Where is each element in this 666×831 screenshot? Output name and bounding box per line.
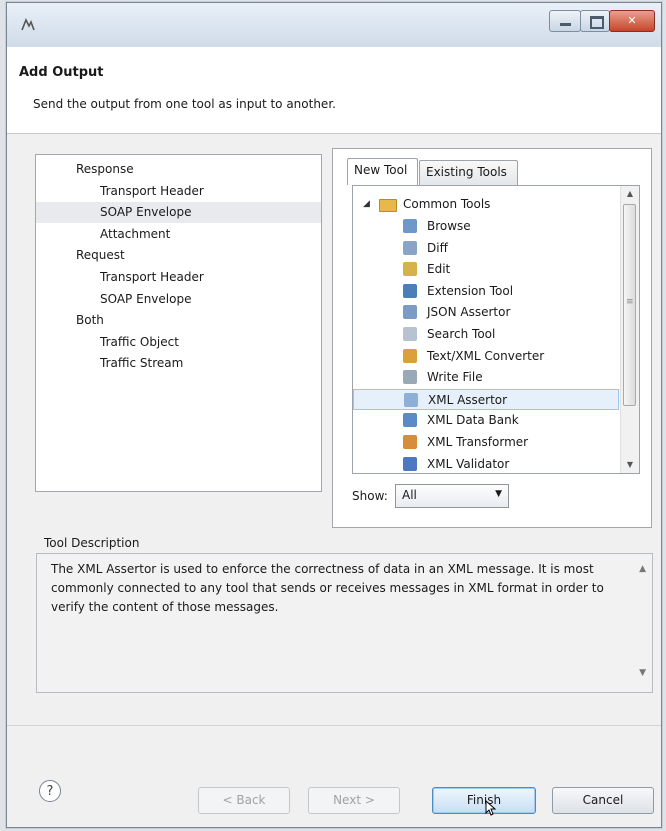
tool-item-label: XML Data Bank: [427, 413, 519, 428]
scroll-down-arrow-icon[interactable]: ▼: [639, 668, 646, 678]
back-button[interactable]: < Back: [198, 787, 290, 814]
extension-tool-icon: [403, 283, 417, 298]
show-filter-select[interactable]: All ▼: [395, 484, 509, 508]
tree-item[interactable]: Traffic Object: [36, 332, 321, 353]
dialog-subtitle: Send the output from one tool as input t…: [33, 97, 336, 111]
tool-item[interactable]: XML Data Bank: [353, 410, 619, 431]
show-filter-value: All: [402, 488, 417, 502]
tool-item[interactable]: Search Tool: [353, 324, 619, 345]
tree-item-label: Transport Header: [100, 183, 204, 198]
tree-item[interactable]: Transport Header: [36, 267, 321, 288]
tree-item[interactable]: Attachment: [36, 224, 321, 245]
xml-data-bank-icon: [403, 413, 417, 428]
tool-item[interactable]: Browse: [353, 216, 619, 237]
tool-item-label: Diff: [427, 240, 448, 255]
tree-item-label: Traffic Object: [100, 334, 179, 349]
tree-item[interactable]: Transport Header: [36, 181, 321, 202]
cancel-button[interactable]: Cancel: [552, 787, 654, 814]
tree-item-label: Response: [76, 162, 134, 176]
close-button[interactable]: ✕: [609, 10, 655, 32]
scroll-up-arrow-icon[interactable]: ▲: [639, 564, 646, 574]
output-target-tree[interactable]: Response Transport Header SOAP Envelope Att…: [35, 154, 322, 492]
footer-divider: [7, 725, 661, 726]
finish-button[interactable]: Finish: [432, 787, 536, 814]
search-tool-icon: [403, 327, 417, 341]
tree-item[interactable]: SOAP Envelope: [36, 289, 321, 310]
tree-item[interactable]: Both: [36, 310, 321, 331]
tool-item-label: XML Validator: [427, 456, 510, 471]
tree-item[interactable]: Traffic Stream: [36, 353, 321, 374]
tree-item[interactable]: SOAP Envelope: [36, 202, 321, 224]
edit-icon: [403, 262, 417, 277]
tool-item-label: XML Assertor: [428, 392, 508, 407]
tool-category-row[interactable]: ◢ Common Tools: [353, 194, 619, 215]
write-file-icon: [403, 370, 417, 385]
tool-description-text: The XML Assertor is used to enforce the …: [51, 562, 604, 614]
tool-item[interactable]: XML Assertor: [353, 388, 619, 410]
tree-item-label: Traffic Stream: [100, 356, 184, 371]
next-button[interactable]: Next >: [308, 787, 400, 814]
tree-item-label: Both: [76, 313, 104, 328]
tool-list-scrollbar[interactable]: ▲ ▼: [620, 186, 639, 473]
tree-item[interactable]: Response: [36, 159, 321, 180]
tool-item[interactable]: XML Transformer: [353, 432, 619, 453]
tab-existing-tools[interactable]: Existing Tools: [419, 160, 518, 185]
tool-item[interactable]: Text/XML Converter: [353, 346, 619, 367]
xml-assertor-icon: [404, 392, 418, 407]
tool-item[interactable]: Extension Tool: [353, 281, 619, 302]
tool-list[interactable]: ◢ Common Tools Browse Diff Edit Extension T…: [352, 185, 640, 474]
tool-item[interactable]: Edit: [353, 259, 619, 280]
tool-item-label: Search Tool: [427, 327, 496, 341]
app-icon: [21, 18, 35, 31]
tool-item-label: JSON Assertor: [427, 305, 511, 320]
expand-arrow-icon[interactable]: ◢: [363, 194, 370, 215]
text-xml-converter-icon: [403, 348, 417, 363]
xml-transformer-icon: [403, 435, 417, 449]
tool-item-label: Extension Tool: [427, 283, 514, 298]
tool-chooser-panel: New Tool Existing Tools ◢ Common Tools B…: [332, 148, 652, 528]
tool-description-label: Tool Description: [44, 536, 140, 550]
tool-item[interactable]: XML Validator: [353, 454, 619, 473]
tool-item-label: Write File: [427, 370, 483, 385]
chevron-down-icon: ▼: [495, 489, 502, 499]
maximize-button[interactable]: [580, 10, 610, 32]
help-button[interactable]: ?: [39, 780, 61, 802]
tree-item-label: Attachment: [100, 226, 171, 241]
title-bar: ✕: [7, 3, 661, 48]
json-assertor-icon: [403, 305, 417, 320]
folder-icon: [379, 199, 397, 212]
tool-description-box: The XML Assertor is used to enforce the …: [36, 553, 653, 693]
tree-item-label: SOAP Envelope: [100, 205, 192, 220]
scroll-up-arrow-icon[interactable]: ▲: [621, 186, 639, 202]
tool-item[interactable]: JSON Assertor: [353, 302, 619, 323]
add-output-dialog: ✕ Add Output Send the output from one to…: [6, 2, 662, 828]
tree-item[interactable]: Request: [36, 245, 321, 266]
tree-item-label: SOAP Envelope: [100, 291, 192, 306]
tool-item[interactable]: Write File: [353, 367, 619, 388]
mouse-cursor-icon: [485, 800, 497, 816]
minimize-button[interactable]: [549, 10, 581, 32]
tab-new-tool[interactable]: New Tool: [347, 158, 418, 185]
tool-item[interactable]: Diff: [353, 238, 619, 259]
scroll-down-arrow-icon[interactable]: ▼: [621, 457, 639, 473]
tree-item-label: Transport Header: [100, 270, 204, 284]
tool-category-label: Common Tools: [403, 197, 491, 211]
tool-item-label: Browse: [427, 219, 471, 233]
browse-icon: [403, 219, 417, 233]
xml-validator-icon: [403, 456, 417, 471]
close-icon: ✕: [627, 14, 637, 27]
dialog-header: Add Output Send the output from one tool…: [7, 47, 661, 134]
diff-icon: [403, 240, 417, 255]
tool-item-label: Text/XML Converter: [427, 348, 545, 363]
tool-item-label: XML Transformer: [427, 435, 529, 449]
scrollbar-thumb[interactable]: [623, 204, 636, 406]
show-label: Show:: [352, 489, 388, 503]
dialog-title: Add Output: [19, 65, 104, 80]
tree-item-label: Request: [76, 248, 125, 263]
tool-item-label: Edit: [427, 262, 451, 277]
